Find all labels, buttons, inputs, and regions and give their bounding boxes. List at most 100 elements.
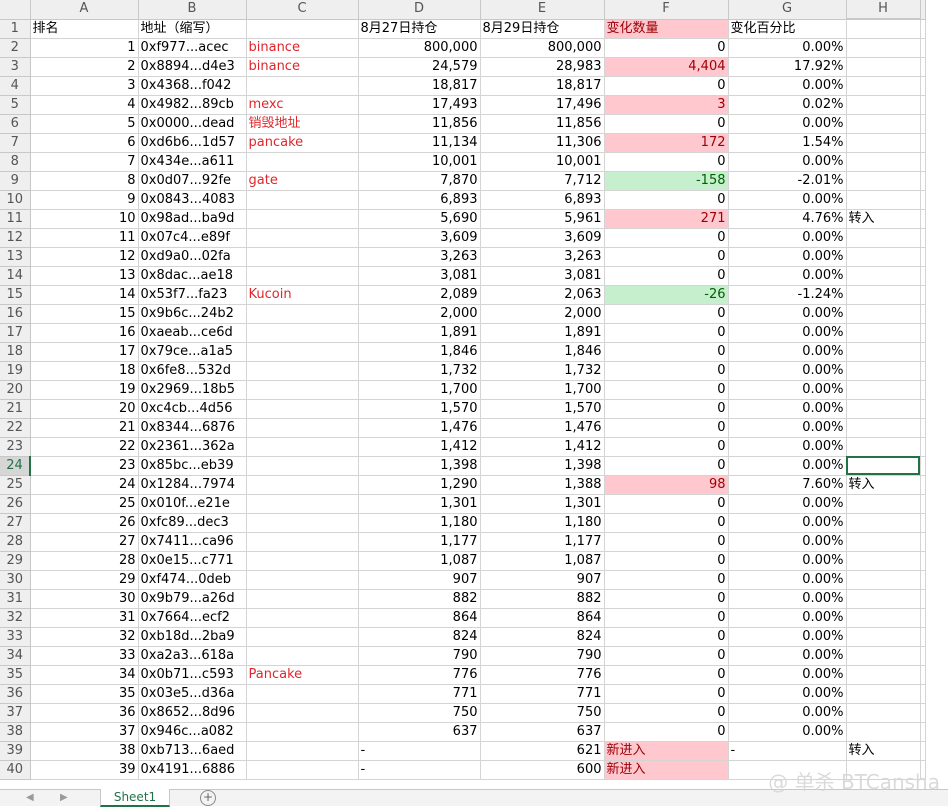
column-header-c[interactable]: C xyxy=(246,0,359,20)
cell-c[interactable] xyxy=(246,570,359,590)
cell-b[interactable]: 0x2969...18b5 xyxy=(138,380,247,400)
cell[interactable] xyxy=(920,247,926,267)
row-header[interactable]: 32 xyxy=(0,608,31,628)
cell-d[interactable]: 1,476 xyxy=(358,418,481,438)
cell-f[interactable]: 0 xyxy=(604,608,729,628)
cell-b[interactable]: 0x0b71...c593 xyxy=(138,665,247,685)
cell-e[interactable]: 2,063 xyxy=(480,285,605,305)
cell-e[interactable]: 907 xyxy=(480,570,605,590)
cell-a[interactable]: 6 xyxy=(30,133,139,153)
cell-a[interactable]: 5 xyxy=(30,114,139,134)
row-header[interactable]: 15 xyxy=(0,285,31,305)
cell-e[interactable]: 1,476 xyxy=(480,418,605,438)
header-cell-h[interactable] xyxy=(846,19,921,39)
cell-a[interactable]: 15 xyxy=(30,304,139,324)
cell-c[interactable] xyxy=(246,380,359,400)
cell-c[interactable]: Pancake xyxy=(246,665,359,685)
cell-e[interactable]: 864 xyxy=(480,608,605,628)
row-header[interactable]: 5 xyxy=(0,95,31,115)
cell[interactable] xyxy=(920,209,926,229)
cell-d[interactable]: 864 xyxy=(358,608,481,628)
cell-b[interactable]: 0x8652...8d96 xyxy=(138,703,247,723)
cell-d[interactable]: 1,846 xyxy=(358,342,481,362)
cell-h[interactable] xyxy=(846,627,921,647)
cell-b[interactable]: 0x85bc...eb39 xyxy=(138,456,247,476)
cell-d[interactable]: 2,089 xyxy=(358,285,481,305)
cell-b[interactable]: 0x0e15...c771 xyxy=(138,551,247,571)
cell[interactable] xyxy=(920,722,926,742)
cell-b[interactable]: 0x8894...d4e3 xyxy=(138,57,247,77)
cell-f[interactable]: 0 xyxy=(604,399,729,419)
cell-c[interactable] xyxy=(246,513,359,533)
cell-e[interactable]: 3,081 xyxy=(480,266,605,286)
cell-g[interactable]: 0.00% xyxy=(728,418,847,438)
cell-f[interactable]: 4,404 xyxy=(604,57,729,77)
cell-b[interactable]: 0x0843...4083 xyxy=(138,190,247,210)
cell-f[interactable]: 0 xyxy=(604,456,729,476)
cell[interactable] xyxy=(920,608,926,628)
cell-b[interactable]: 0x8344...6876 xyxy=(138,418,247,438)
cell-d[interactable]: - xyxy=(358,760,481,780)
row-header[interactable]: 23 xyxy=(0,437,31,457)
cell[interactable] xyxy=(920,703,926,723)
row-header[interactable]: 40 xyxy=(0,760,31,780)
cell-d[interactable]: 800,000 xyxy=(358,38,481,58)
cell-g[interactable]: 0.00% xyxy=(728,437,847,457)
row-header[interactable]: 31 xyxy=(0,589,31,609)
row-header[interactable]: 7 xyxy=(0,133,31,153)
cell-f[interactable]: 0 xyxy=(604,437,729,457)
cell-h[interactable] xyxy=(846,456,921,476)
cell[interactable] xyxy=(920,342,926,362)
cell-f[interactable]: 0 xyxy=(604,722,729,742)
row-header[interactable]: 17 xyxy=(0,323,31,343)
cell-g[interactable]: 0.00% xyxy=(728,38,847,58)
cell-f[interactable]: 0 xyxy=(604,589,729,609)
cell-g[interactable]: 0.00% xyxy=(728,627,847,647)
cell-f[interactable]: 3 xyxy=(604,95,729,115)
cell-c[interactable] xyxy=(246,684,359,704)
row-header[interactable]: 33 xyxy=(0,627,31,647)
cell-a[interactable]: 19 xyxy=(30,380,139,400)
cell-g[interactable]: 0.00% xyxy=(728,323,847,343)
row-header[interactable]: 13 xyxy=(0,247,31,267)
cell-b[interactable]: 0xaeab...ce6d xyxy=(138,323,247,343)
cell-d[interactable]: 907 xyxy=(358,570,481,590)
cell-h[interactable] xyxy=(846,171,921,191)
cell-a[interactable]: 16 xyxy=(30,323,139,343)
cell-b[interactable]: 0x79ce...a1a5 xyxy=(138,342,247,362)
cell-g[interactable]: 0.00% xyxy=(728,665,847,685)
cell-d[interactable]: 1,891 xyxy=(358,323,481,343)
cell-a[interactable]: 35 xyxy=(30,684,139,704)
cell-h[interactable] xyxy=(846,418,921,438)
row-header[interactable]: 25 xyxy=(0,475,31,495)
cell-d[interactable]: 771 xyxy=(358,684,481,704)
cell-b[interactable]: 0x7664...ecf2 xyxy=(138,608,247,628)
cell-c[interactable]: mexc xyxy=(246,95,359,115)
cell-f[interactable]: 0 xyxy=(604,703,729,723)
cell-e[interactable]: 2,000 xyxy=(480,304,605,324)
cell-a[interactable]: 36 xyxy=(30,703,139,723)
select-all-corner[interactable] xyxy=(0,0,31,20)
cell-h[interactable] xyxy=(846,304,921,324)
row-header[interactable]: 30 xyxy=(0,570,31,590)
cell[interactable] xyxy=(920,57,926,77)
row-header[interactable]: 38 xyxy=(0,722,31,742)
cell-d[interactable]: 3,263 xyxy=(358,247,481,267)
scroll-left-icon[interactable]: ◀ xyxy=(26,792,34,803)
cell-d[interactable]: 1,398 xyxy=(358,456,481,476)
cell-d[interactable]: 1,087 xyxy=(358,551,481,571)
row-header[interactable]: 18 xyxy=(0,342,31,362)
cell-a[interactable]: 1 xyxy=(30,38,139,58)
cell-c[interactable]: gate xyxy=(246,171,359,191)
cell-c[interactable] xyxy=(246,437,359,457)
cell-a[interactable]: 34 xyxy=(30,665,139,685)
cell-h[interactable] xyxy=(846,722,921,742)
cell-h[interactable] xyxy=(846,532,921,552)
header-cell-e[interactable]: 8月29日持仓 xyxy=(480,19,605,39)
cell-c[interactable] xyxy=(246,494,359,514)
cell-c[interactable] xyxy=(246,304,359,324)
cell-c[interactable] xyxy=(246,190,359,210)
cell-f[interactable]: 0 xyxy=(604,627,729,647)
cell[interactable] xyxy=(920,437,926,457)
cell-c[interactable] xyxy=(246,551,359,571)
